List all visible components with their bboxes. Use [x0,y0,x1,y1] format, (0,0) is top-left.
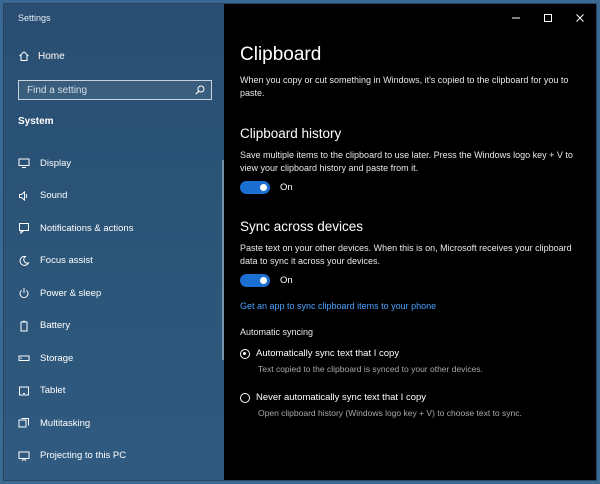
sidebar-item-label: Tablet [40,385,66,397]
minimize-button[interactable] [500,4,532,32]
clipboard-settings: Clipboard When you copy or cut something… [240,44,580,419]
radio-label: Automatically sync text that I copy [256,348,400,359]
storage-icon [18,355,30,362]
sync-option-auto: Automatically sync text that I copy Text… [240,348,580,375]
search-input[interactable] [19,84,187,96]
sidebar-item-label: Projecting to this PC [40,450,127,462]
sidebar-item-notifications[interactable]: Notifications & actions [4,212,224,245]
sidebar-item-power-sleep[interactable]: Power & sleep [4,277,224,310]
sync-description: Paste text on your other devices. When t… [240,243,572,266]
radio-description: Text copied to the clipboard is synced t… [258,364,483,374]
search-box[interactable] [18,80,212,100]
sidebar-home-label: Home [38,50,65,62]
sync-option-never-row[interactable]: Never automatically sync text that I cop… [240,392,580,403]
clipboard-history-description: Save multiple items to the clipboard to … [240,150,573,173]
sidebar-item-label: Storage [40,352,74,364]
sidebar-item-label: Sound [40,190,68,202]
main-panel: Clipboard When you copy or cut something… [224,4,596,480]
sidebar-home[interactable]: Home [18,50,65,62]
sync-heading: Sync across devices [240,219,364,234]
sidebar-nav: Display Sound Notifications & actions Fo… [4,147,224,472]
maximize-icon [544,14,552,22]
automatic-syncing-label: Automatic syncing [240,327,314,337]
radio-label: Never automatically sync text that I cop… [256,392,427,403]
clipboard-history-toggle-row: On [240,181,580,194]
sidebar-item-label: Focus assist [40,255,93,267]
home-icon [19,51,29,61]
sidebar-item-battery[interactable]: Battery [4,310,224,343]
sidebar: Settings Home System Display Sound Notif… [4,4,224,480]
display-icon [18,158,30,169]
clipboard-history-toggle[interactable] [240,181,270,194]
intro-text: When you copy or cut something in Window… [240,75,569,98]
window-controls [500,4,596,32]
power-icon [19,288,29,299]
sidebar-item-label: Multitasking [40,417,91,429]
clipboard-history-heading: Clipboard history [240,126,342,141]
radio-button[interactable] [240,392,250,403]
sidebar-item-label: Battery [40,320,71,332]
toggle-state: On [280,275,293,286]
settings-window: Settings Home System Display Sound Notif… [4,4,596,480]
page-title: Clipboard [240,44,322,65]
app-title: Settings [18,13,51,23]
sidebar-item-display[interactable]: Display [4,147,224,180]
maximize-button[interactable] [532,4,564,32]
speaker-icon [19,190,28,201]
sidebar-item-sound[interactable]: Sound [4,180,224,213]
sidebar-item-label: Display [40,157,72,169]
sidebar-item-focus-assist[interactable]: Focus assist [4,245,224,278]
battery-icon [20,320,28,332]
minimize-icon [512,17,520,19]
search-icon[interactable] [195,85,205,95]
close-icon [576,14,584,22]
section-label: System [18,116,54,127]
sidebar-item-multitasking[interactable]: Multitasking [4,407,224,440]
sidebar-item-label: Power & sleep [40,287,102,299]
sync-toggle[interactable] [240,274,270,287]
sync-option-auto-row[interactable]: Automatically sync text that I copy [240,348,580,359]
close-button[interactable] [564,4,596,32]
sync-toggle-row: On [240,274,580,287]
sidebar-item-tablet[interactable]: Tablet [4,375,224,408]
tablet-icon [19,386,29,396]
moon-icon [19,255,30,266]
multitasking-icon [18,418,29,428]
projector-icon [18,451,30,462]
sync-app-link[interactable]: Get an app to sync clipboard items to yo… [240,301,580,311]
sidebar-item-label: Notifications & actions [40,222,134,234]
sync-option-never: Never automatically sync text that I cop… [240,392,580,419]
sidebar-item-storage[interactable]: Storage [4,342,224,375]
toggle-state: On [280,182,293,193]
notification-icon [19,223,29,235]
radio-description: Open clipboard history (Windows logo key… [258,408,522,418]
radio-button-checked[interactable] [240,348,250,359]
sidebar-item-projecting[interactable]: Projecting to this PC [4,440,224,473]
